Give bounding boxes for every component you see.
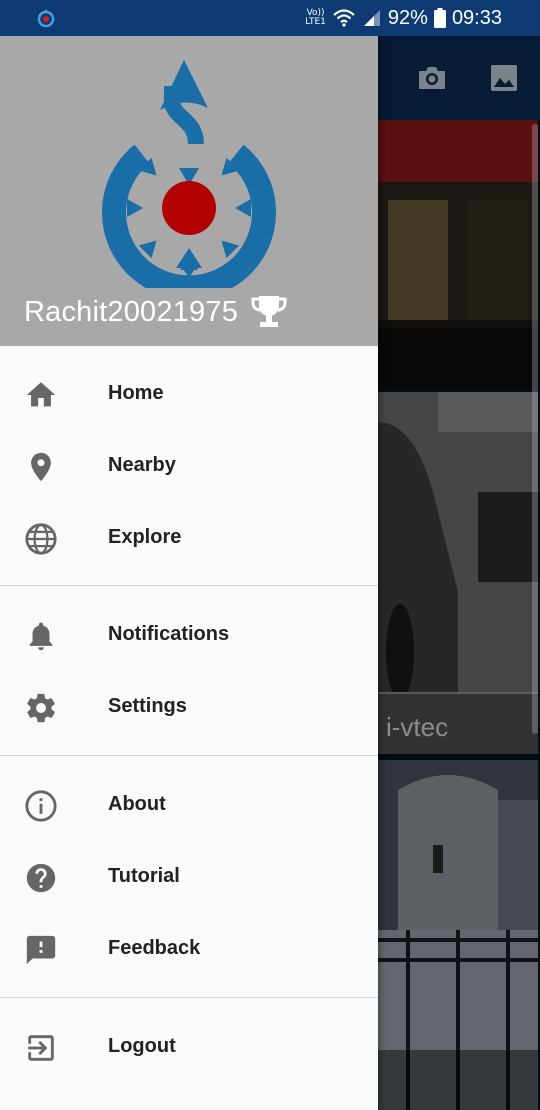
bell-icon (29, 622, 53, 651)
app-notification-icon (37, 9, 55, 28)
globe-icon (25, 523, 57, 555)
menu-item-label: Tutorial (108, 865, 180, 887)
menu-item-label: Feedback (108, 937, 201, 959)
trophy-icon[interactable] (250, 294, 288, 330)
menu-group-session: Logout (0, 998, 378, 1095)
menu-item-label: About (108, 793, 166, 815)
menu-item-label: Notifications (108, 623, 230, 645)
media-card[interactable] (378, 120, 538, 388)
feedback-icon (26, 935, 56, 965)
menu-item-feedback[interactable]: Feedback (0, 913, 378, 985)
media-card-label (378, 328, 538, 388)
menu-item-settings[interactable]: Settings (0, 671, 378, 743)
scrollbar[interactable] (532, 124, 538, 734)
volte-indicator: Vo)) LTE1 (305, 8, 326, 27)
media-card-label (378, 1050, 538, 1110)
media-card[interactable]: i-vtec (378, 392, 538, 754)
status-bar: Vo)) LTE1 92% 09:33 (0, 0, 540, 36)
battery-icon (433, 8, 446, 28)
username[interactable]: Rachit20021975 (24, 296, 238, 329)
menu-item-label: Settings (108, 695, 187, 717)
menu-group-help: About Tutorial Feedback (0, 756, 378, 997)
drawer-header: Rachit20021975 (0, 36, 378, 346)
menu-item-logout[interactable]: Logout (0, 1011, 378, 1083)
menu-item-explore[interactable]: Explore (0, 502, 378, 574)
menu-item-tutorial[interactable]: Tutorial (0, 841, 378, 913)
wifi-icon (332, 8, 356, 28)
commons-logo (102, 60, 276, 288)
drawer-menu: Home Nearby Explore Notifications Settin… (0, 346, 378, 1095)
menu-item-label: Home (108, 382, 164, 404)
info-icon (25, 790, 57, 822)
home-icon (26, 382, 56, 407)
help-icon (26, 863, 56, 893)
menu-group-account: Notifications Settings (0, 586, 378, 755)
gallery-icon[interactable] (488, 62, 520, 94)
menu-item-label: Explore (108, 526, 182, 548)
menu-item-about[interactable]: About (0, 769, 378, 841)
menu-item-label: Logout (108, 1035, 176, 1057)
menu-item-home[interactable]: Home (0, 358, 378, 430)
clock: 09:33 (451, 6, 502, 29)
camera-icon[interactable] (416, 62, 448, 94)
media-card-label: i-vtec (378, 694, 538, 754)
gear-icon (27, 693, 55, 723)
logout-icon (28, 1035, 54, 1061)
menu-item-label: Nearby (108, 454, 176, 476)
menu-item-notifications[interactable]: Notifications (0, 599, 378, 671)
location-pin-icon (31, 452, 51, 482)
battery-percent: 92% (387, 6, 428, 29)
menu-item-nearby[interactable]: Nearby (0, 430, 378, 502)
signal-icon (362, 8, 382, 28)
menu-group-main: Home Nearby Explore (0, 346, 378, 585)
media-card[interactable] (378, 760, 538, 1110)
navigation-drawer: Rachit20021975 Home Nearby Explore Notif… (0, 36, 378, 1110)
